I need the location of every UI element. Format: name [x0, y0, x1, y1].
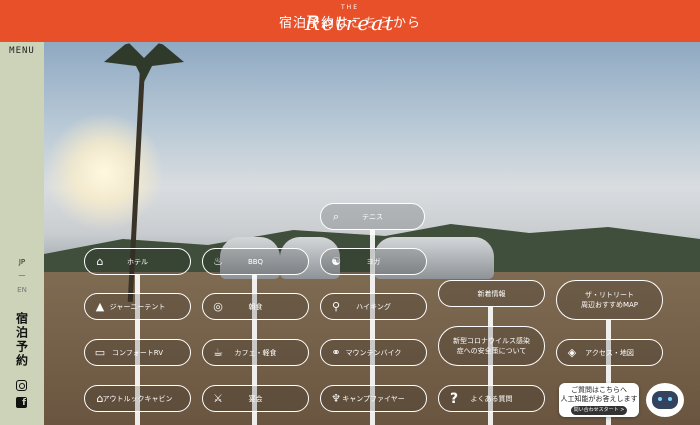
banquet-button[interactable]: ⚔ 宴会: [202, 385, 309, 412]
tennis-label: テニス: [362, 212, 383, 221]
breakfast-button[interactable]: ◎ 朝食: [202, 293, 309, 320]
yoga-label: ヨガ: [366, 257, 381, 266]
fire-icon: ♆: [331, 392, 341, 405]
breakfast-label: 朝食: [248, 302, 263, 311]
bbq-label: BBQ: [247, 257, 264, 266]
banquet-label: 宴会: [248, 394, 263, 403]
retreat-map-label: ザ・リトリート 周辺おすすめMAP: [580, 291, 639, 309]
site-logo[interactable]: THE Retreat: [0, 4, 700, 35]
hiking-label: ハイキング: [356, 302, 391, 311]
outlook-cabin-label: アウトルックキャビン: [102, 394, 173, 403]
tennis-button[interactable]: ⌕ テニス: [320, 203, 425, 230]
egg-icon: ◎: [213, 300, 223, 313]
cabin-icon: ⌂: [96, 392, 104, 405]
search-icon: ⌕: [332, 210, 340, 223]
faq-button[interactable]: ? よくある質問: [438, 385, 545, 412]
covid-label: 新型コロナウイルス感染症への安全策について: [453, 337, 530, 355]
grill-icon: ♨: [213, 255, 223, 268]
menu-button[interactable]: MENU: [0, 46, 44, 56]
hiking-button[interactable]: ⚲ ハイキング: [320, 293, 427, 320]
chat-line1: ご質問はこちらへ: [571, 386, 627, 394]
campfire-label: キャンプファイヤー: [342, 394, 405, 403]
access-label: アクセス・地図: [585, 348, 634, 357]
bicycle-icon: ⚭: [331, 346, 341, 359]
cup-icon: ☕: [213, 346, 223, 359]
sidebar: MENU JP — EN 宿泊予約 f: [0, 42, 44, 425]
logo-name: Retreat: [304, 11, 396, 35]
outlook-cabin-button[interactable]: ⌂ アウトルックキャビン: [84, 385, 191, 412]
news-button[interactable]: 新着情報: [438, 280, 545, 307]
house-icon: ⌂: [96, 255, 104, 268]
retreat-map-button[interactable]: ザ・リトリート 周辺おすすめMAP: [556, 280, 663, 320]
rv-icon: ▭: [94, 346, 106, 359]
palm-leaves: [104, 42, 184, 82]
cafe-label: カフェ・軽食: [234, 348, 277, 357]
hotel-label: ホテル: [127, 257, 148, 266]
campfire-button[interactable]: ♆ キャンプファイヤー: [320, 385, 427, 412]
bbq-button[interactable]: ♨ BBQ: [202, 248, 309, 275]
robot-face: [652, 391, 678, 409]
lang-jp[interactable]: JP: [0, 258, 44, 266]
logo-the: THE: [341, 4, 359, 11]
access-button[interactable]: ◈ アクセス・地図: [556, 339, 663, 366]
cutlery-icon: ⚔: [213, 392, 223, 405]
yoga-button[interactable]: ☯ ヨガ: [320, 248, 427, 275]
journey-tent-label: ジャーニーテント: [109, 302, 166, 311]
tent-icon: ▲: [95, 300, 105, 313]
instagram-icon[interactable]: [16, 380, 27, 391]
booking-link[interactable]: 宿泊予約: [0, 312, 44, 368]
news-label: 新着情報: [477, 289, 506, 298]
hiker-icon: ⚲: [331, 300, 341, 313]
chat-start-button[interactable]: 問い合わせスタート >: [571, 406, 627, 415]
map-pin-icon: ◈: [567, 346, 577, 359]
yoga-icon: ☯: [331, 255, 341, 268]
comfort-rv-label: コンフォートRV: [111, 348, 164, 357]
chat-line2: 人工知能がお答えします: [560, 395, 638, 403]
journey-tent-button[interactable]: ▲ ジャーニーテント: [84, 293, 191, 320]
cafe-button[interactable]: ☕ カフェ・軽食: [202, 339, 309, 366]
covid-safety-button[interactable]: 新型コロナウイルス感染症への安全策について: [438, 326, 545, 366]
mountain-bike-button[interactable]: ⚭ マウンテンバイク: [320, 339, 427, 366]
robot-icon[interactable]: [646, 383, 684, 417]
question-icon: ?: [449, 391, 459, 407]
hotel-button[interactable]: ⌂ ホテル: [84, 248, 191, 275]
lang-separator: —: [18, 271, 26, 279]
ai-chat-widget[interactable]: ご質問はこちらへ 人工知能がお答えします 問い合わせスタート >: [559, 383, 639, 417]
faq-label: よくある質問: [470, 394, 513, 403]
comfort-rv-button[interactable]: ▭ コンフォートRV: [84, 339, 191, 366]
booking-label: 宿泊予約: [14, 312, 29, 368]
facebook-icon[interactable]: f: [16, 397, 27, 408]
lang-en[interactable]: EN: [0, 286, 44, 294]
sun-glow: [44, 112, 164, 232]
mountain-bike-label: マウンテンバイク: [345, 348, 402, 357]
